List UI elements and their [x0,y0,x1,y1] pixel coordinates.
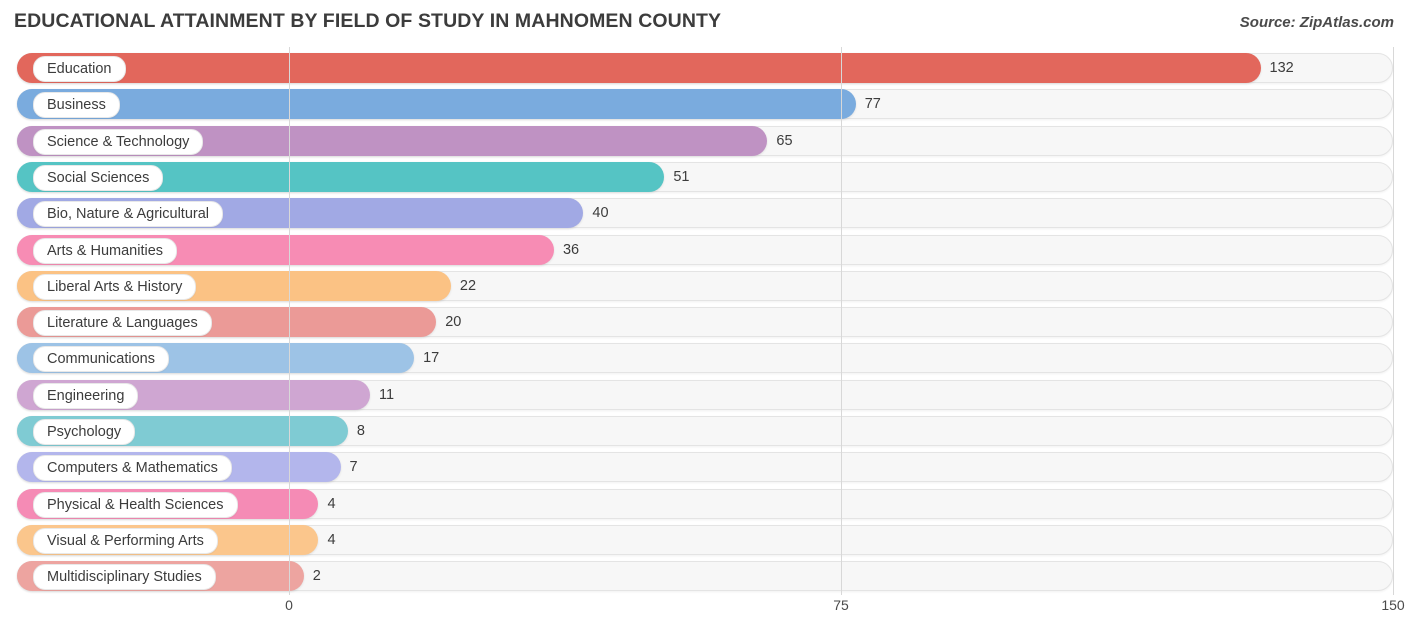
bar-category-label: Business [33,92,120,119]
bar-row: Engineering 11 [0,379,1406,410]
bar-value-label: 4 [327,531,336,548]
bar-value-label: 4 [327,495,336,512]
bar-row: Psychology 8 [0,416,1406,446]
bar-category-label: Literature & Languages [33,310,212,337]
bar-value-label: 8 [356,423,365,439]
bar-value-label: 22 [459,277,477,294]
bar-row: Arts & Humanities 36 [0,234,1406,265]
bar-row: Education 132 [0,53,1406,83]
bar-value-label: 65 [776,132,793,149]
bar-value-label: 7 [349,459,358,476]
bar-category-label: Social Sciences [33,164,164,191]
bar-rows: Education 132 Business 77 Science & Technolo… [0,47,1406,595]
bar-row: Liberal Arts & History 22 [0,270,1406,301]
bar-row: Bio, Nature & Agricultural 40 [0,198,1406,229]
plot-area: Education 132 Business 77 Science & Technolo… [0,47,1406,595]
bar-category-label: Science & Technology [33,128,204,155]
bar-category-label: Computers & Mathematics [33,455,232,482]
bar-category-label: Communications [33,346,169,373]
bar-category-label: Liberal Arts & History [33,273,197,300]
bar-row: Computers & Mathematics 7 [0,452,1406,483]
page-title: EDUCATIONAL ATTAINMENT BY FIELD OF STUDY… [14,10,722,32]
bar-value-label: 51 [673,168,690,185]
bar[interactable] [17,53,1261,83]
bar-category-label: Physical & Health Sciences [33,491,238,518]
bar-category-label: Psychology [33,419,136,445]
bar-row: Physical & Health Sciences 4 [0,488,1406,519]
bar-category-label: Multidisciplinary Studies [33,564,216,591]
bar[interactable] [17,89,856,120]
x-axis: 0 75 150 [0,595,1406,631]
bar-value-label: 36 [562,241,580,258]
bar-category-label: Education [33,56,126,82]
bar-category-label: Arts & Humanities [33,237,178,264]
x-axis-tick-label: 75 [833,597,849,613]
bar-category-label: Bio, Nature & Agricultural [33,201,223,228]
bar-row: Literature & Languages 20 [0,307,1406,338]
x-axis-tick-label: 150 [1381,597,1405,613]
bar-category-label: Visual & Performing Arts [33,527,218,554]
bar-value-label: 77 [864,96,881,113]
bar-row: Business 77 [0,89,1406,120]
bar-value-label: 2 [312,568,321,585]
bar-value-label: 20 [445,314,462,331]
bar-category-label: Engineering [33,382,139,409]
source-attribution: Source: ZipAtlas.com [1239,14,1394,31]
x-axis-tick-label: 0 [285,597,293,613]
bar-row: Multidisciplinary Studies 2 [0,561,1406,592]
bar-row: Communications 17 [0,343,1406,374]
bar-value-label: 40 [592,205,609,222]
chart-container: EDUCATIONAL ATTAINMENT BY FIELD OF STUDY… [0,0,1406,631]
bar-value-label: 11 [378,386,395,403]
bar-row: Visual & Performing Arts 4 [0,524,1406,555]
bar-row: Social Sciences 51 [0,161,1406,192]
bar-row: Science & Technology 65 [0,125,1406,156]
bar-value-label: 17 [423,350,440,367]
bar-value-label: 132 [1269,60,1294,76]
